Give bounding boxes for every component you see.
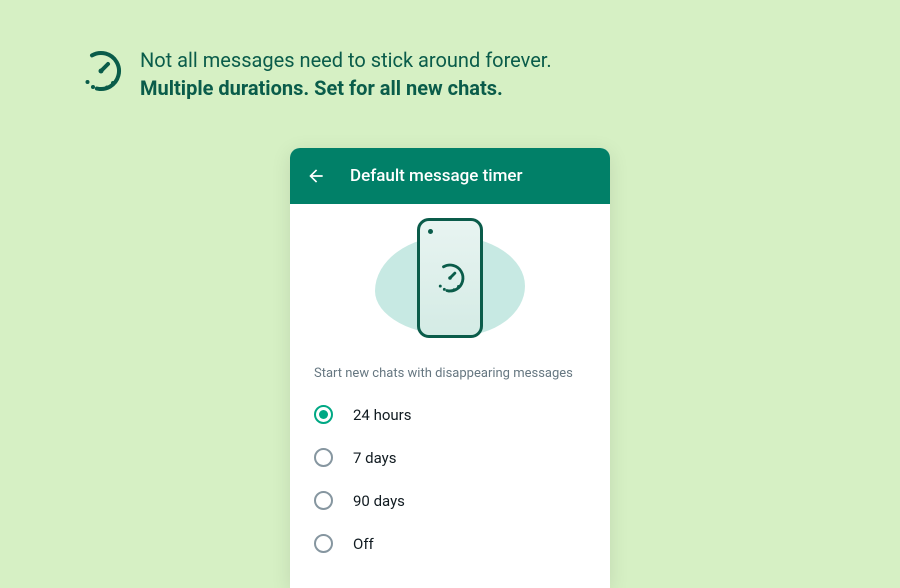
settings-screen: Default message timer Start new chats wi… [290,148,610,588]
phone-camera-dot [428,229,433,234]
promo-banner: Not all messages need to stick around fo… [80,46,552,102]
option-7-days[interactable]: 7 days [298,436,602,479]
app-header: Default message timer [290,148,610,204]
section-label: Start new chats with disappearing messag… [290,352,610,389]
timer-icon [433,261,467,295]
back-button[interactable] [306,166,326,186]
option-label: 90 days [353,492,405,510]
option-label: 7 days [353,449,397,467]
banner-line-1: Not all messages need to stick around fo… [140,46,552,74]
header-title: Default message timer [350,166,523,186]
option-label: Off [353,535,374,553]
radio-icon [314,534,333,553]
radio-icon [314,491,333,510]
arrow-left-icon [306,165,326,187]
timer-icon [80,50,122,92]
banner-line-2: Multiple durations. Set for all new chat… [140,74,552,102]
option-off[interactable]: Off [298,522,602,565]
radio-icon [314,405,333,424]
option-label: 24 hours [353,406,412,424]
illustration [290,204,610,352]
option-90-days[interactable]: 90 days [298,479,602,522]
option-24-hours[interactable]: 24 hours [298,393,602,436]
banner-text: Not all messages need to stick around fo… [140,46,552,102]
timer-options: 24 hours 7 days 90 days Off [290,389,610,569]
phone-illustration [417,218,483,338]
radio-icon [314,448,333,467]
